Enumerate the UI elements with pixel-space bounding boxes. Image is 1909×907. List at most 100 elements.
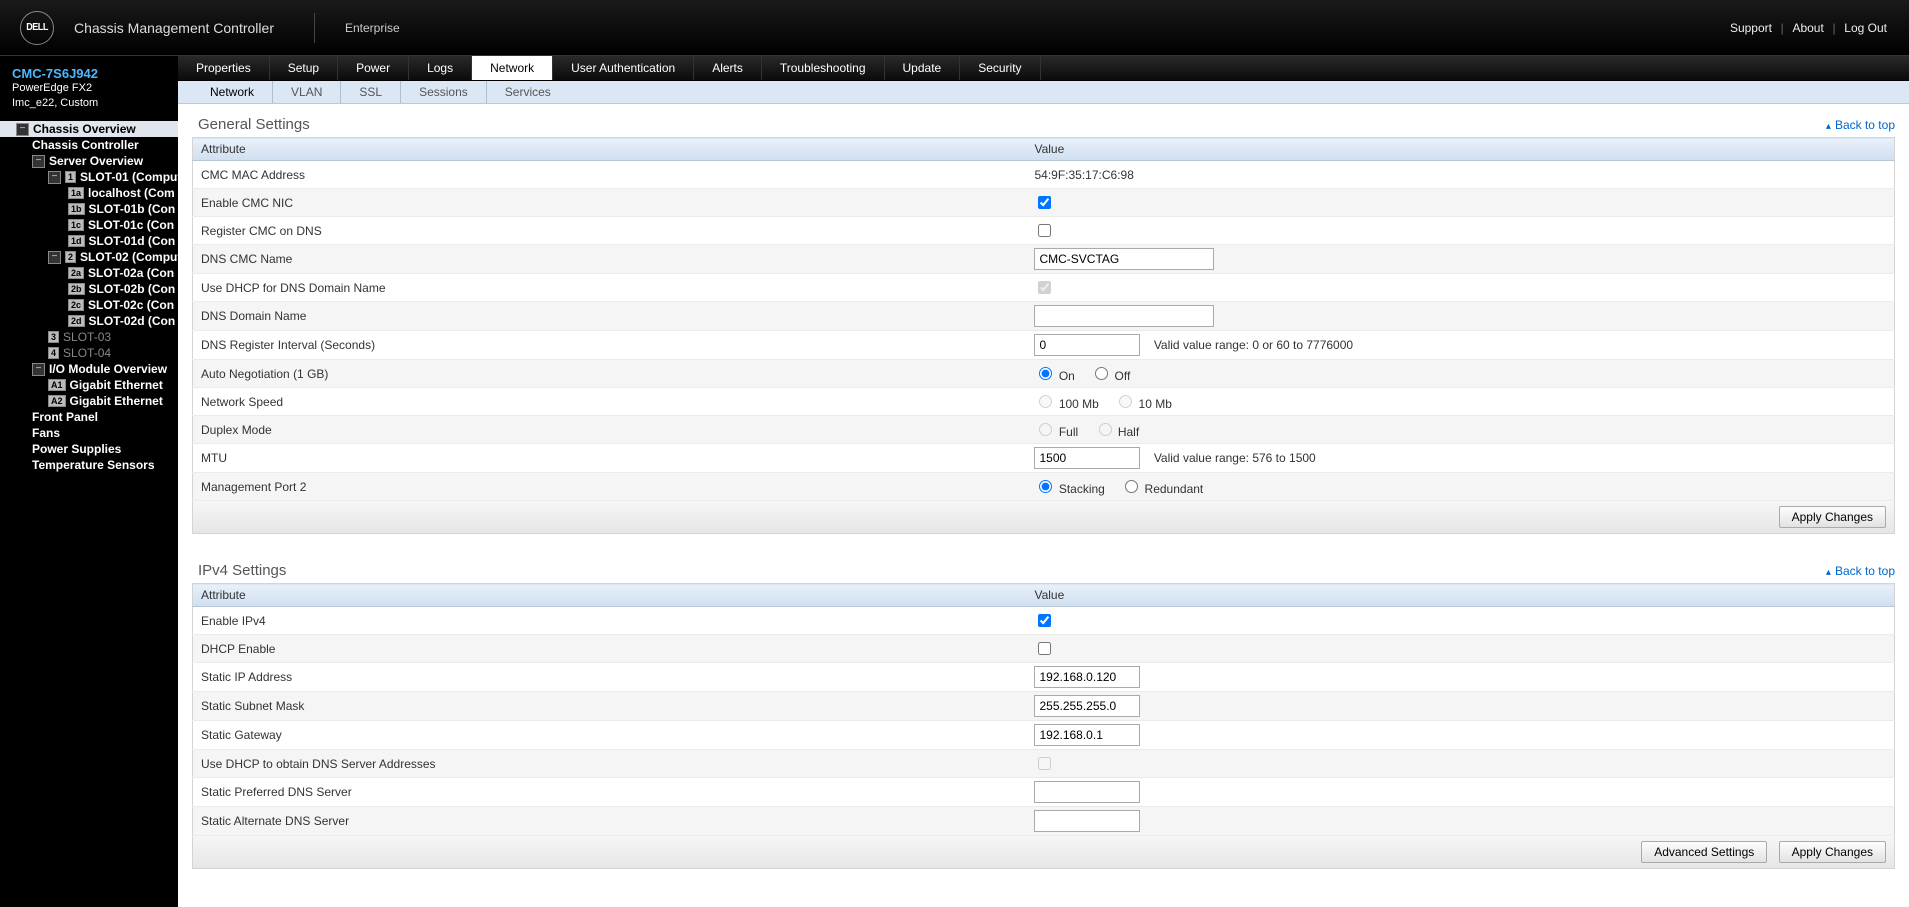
ipv4-enable-checkbox[interactable] [1038, 614, 1051, 627]
slot-badge: 2b [68, 283, 85, 295]
autoneg-off-radio[interactable] [1095, 367, 1108, 380]
speed-10-radio [1119, 395, 1132, 408]
tree-item[interactable]: 1cSLOT-01c (Con [0, 217, 178, 233]
collapse-icon[interactable]: − [16, 123, 29, 136]
row-label: Static IP Address [193, 663, 1027, 692]
tree-item[interactable]: Power Supplies [0, 441, 178, 457]
mgmt2-redundant-radio[interactable] [1125, 480, 1138, 493]
slot-badge: A2 [48, 395, 66, 407]
slot-badge: 2 [65, 251, 76, 263]
tree-item[interactable]: 1alocalhost (Com [0, 185, 178, 201]
collapse-icon[interactable]: − [32, 155, 45, 168]
subtab-ssl[interactable]: SSL [341, 81, 401, 103]
slot-badge: 2a [68, 267, 84, 279]
tab-power[interactable]: Power [338, 56, 409, 80]
register-dns-checkbox[interactable] [1038, 224, 1051, 237]
tree-item[interactable]: 2dSLOT-02d (Con [0, 313, 178, 329]
tree-label: Fans [32, 425, 60, 441]
row-label: Management Port 2 [193, 473, 1027, 501]
tree-label: SLOT-02d (Con [89, 313, 176, 329]
mtu-input[interactable] [1034, 447, 1140, 469]
apply-changes-button[interactable]: Apply Changes [1779, 841, 1886, 863]
tab-properties[interactable]: Properties [178, 56, 270, 80]
tab-security[interactable]: Security [960, 56, 1040, 80]
tree-item[interactable]: −Server Overview [0, 153, 178, 169]
location: Imc_e22, Custom [12, 96, 166, 111]
back-to-top-link[interactable]: Back to top [1826, 118, 1895, 132]
model: PowerEdge FX2 [12, 81, 166, 96]
collapse-icon[interactable]: − [32, 363, 45, 376]
alternate-dns-input[interactable] [1034, 810, 1140, 832]
tree-item[interactable]: 1bSLOT-01b (Con [0, 201, 178, 217]
tree-item[interactable]: 1dSLOT-01d (Con [0, 233, 178, 249]
support-link[interactable]: Support [1730, 21, 1772, 35]
row-label: Static Gateway [193, 721, 1027, 750]
tab-alerts[interactable]: Alerts [694, 56, 762, 80]
collapse-icon[interactable]: − [48, 171, 61, 184]
tree-label: Server Overview [49, 153, 143, 169]
tab-network[interactable]: Network [472, 56, 553, 80]
enable-nic-checkbox[interactable] [1038, 196, 1051, 209]
tree-item[interactable]: −Chassis Overview [0, 121, 178, 137]
subnet-mask-input[interactable] [1034, 695, 1140, 717]
tab-logs[interactable]: Logs [409, 56, 472, 80]
general-table: Attribute Value CMC MAC Address 54:9F:35… [192, 137, 1895, 501]
tab-update[interactable]: Update [885, 56, 961, 80]
slot-badge: 1 [65, 171, 76, 183]
tree-item[interactable]: Front Panel [0, 409, 178, 425]
product-title: Chassis Management Controller [74, 20, 274, 36]
secondary-tabs: NetworkVLANSSLSessionsServices [178, 81, 1909, 104]
row-label: Static Preferred DNS Server [193, 778, 1027, 807]
mgmt2-stacking-radio[interactable] [1039, 480, 1052, 493]
subtab-services[interactable]: Services [487, 81, 569, 103]
advanced-settings-button[interactable]: Advanced Settings [1641, 841, 1767, 863]
tree-item[interactable]: A1Gigabit Ethernet [0, 377, 178, 393]
tree-item[interactable]: Chassis Controller [0, 137, 178, 153]
tree-item[interactable]: A2Gigabit Ethernet [0, 393, 178, 409]
tab-setup[interactable]: Setup [270, 56, 338, 80]
tree-item[interactable]: Fans [0, 425, 178, 441]
tab-troubleshooting[interactable]: Troubleshooting [762, 56, 885, 80]
tree-item[interactable]: Temperature Sensors [0, 457, 178, 473]
preferred-dns-input[interactable] [1034, 781, 1140, 803]
about-link[interactable]: About [1792, 21, 1823, 35]
top-links: Support | About | Log Out [1728, 21, 1889, 35]
tree-item[interactable]: 3SLOT-03 [0, 329, 178, 345]
tree-item[interactable]: −2SLOT-02 (Compute [0, 249, 178, 265]
row-label: Static Subnet Mask [193, 692, 1027, 721]
duplex-half-radio [1099, 423, 1112, 436]
tab-user-authentication[interactable]: User Authentication [553, 56, 694, 80]
autoneg-on-radio[interactable] [1039, 367, 1052, 380]
subtab-sessions[interactable]: Sessions [401, 81, 487, 103]
dns-domain-input[interactable] [1034, 305, 1214, 327]
apply-changes-button[interactable]: Apply Changes [1779, 506, 1886, 528]
back-to-top-link[interactable]: Back to top [1826, 564, 1895, 578]
tree-item[interactable]: 2aSLOT-02a (Con [0, 265, 178, 281]
logout-link[interactable]: Log Out [1844, 21, 1887, 35]
ipv4-dhcp-checkbox[interactable] [1038, 642, 1051, 655]
subtab-network[interactable]: Network [192, 81, 273, 103]
static-ip-input[interactable] [1034, 666, 1140, 688]
subtab-vlan[interactable]: VLAN [273, 81, 341, 103]
row-label: Register CMC on DNS [193, 217, 1027, 245]
row-label: Enable IPv4 [193, 607, 1027, 635]
tree-item[interactable]: −I/O Module Overview [0, 361, 178, 377]
tree-item[interactable]: 2bSLOT-02b (Con [0, 281, 178, 297]
top-banner: DELL Chassis Management Controller Enter… [0, 0, 1909, 56]
enterprise-label: Enterprise [314, 13, 400, 43]
tree-label: localhost (Com [88, 185, 175, 201]
collapse-icon[interactable]: − [48, 251, 61, 264]
col-attribute: Attribute [193, 584, 1027, 607]
slot-badge: 1d [68, 235, 85, 247]
tree-item[interactable]: 4SLOT-04 [0, 345, 178, 361]
row-label: Use DHCP for DNS Domain Name [193, 274, 1027, 302]
tree-item[interactable]: 2cSLOT-02c (Con [0, 297, 178, 313]
gateway-input[interactable] [1034, 724, 1140, 746]
content-scroll[interactable]: General Settings Back to top Attribute V… [178, 104, 1909, 907]
dns-name-input[interactable] [1034, 248, 1214, 270]
general-button-bar: Apply Changes [192, 501, 1895, 534]
left-scrollbar[interactable] [0, 483, 178, 499]
tree-item[interactable]: −1SLOT-01 (Compute [0, 169, 178, 185]
tree-label: SLOT-02c (Con [88, 297, 174, 313]
dns-interval-input[interactable] [1034, 334, 1140, 356]
